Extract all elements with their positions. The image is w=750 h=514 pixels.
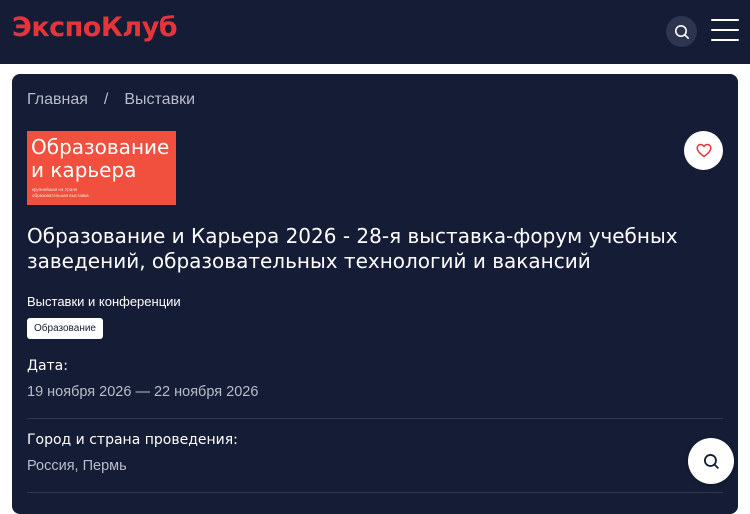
breadcrumb: Главная / Выставки bbox=[27, 91, 195, 109]
divider bbox=[27, 492, 723, 493]
location-value: Россия, Пермь bbox=[27, 458, 127, 474]
date-value: 19 ноября 2026 — 22 ноября 2026 bbox=[27, 384, 259, 400]
breadcrumb-separator: / bbox=[103, 91, 109, 108]
event-title: Образование и Карьера 2026 - 28-я выстав… bbox=[27, 224, 678, 273]
site-logo[interactable]: ЭкспоКлуб bbox=[12, 12, 178, 43]
divider bbox=[27, 418, 723, 419]
event-logo-title: Образование и карьера bbox=[31, 135, 170, 182]
search-icon bbox=[674, 24, 689, 39]
location-label: Город и страна проведения: bbox=[27, 432, 238, 448]
hamburger-menu-icon-line bbox=[711, 29, 739, 31]
event-category[interactable]: Выставки и конференции bbox=[27, 294, 181, 309]
event-logo-subtitle: крупнейшая на Урале образовательная выст… bbox=[32, 187, 89, 198]
hamburger-menu-button[interactable] bbox=[711, 19, 739, 41]
date-label: Дата: bbox=[27, 358, 68, 374]
event-logo-image: Образование и карьера крупнейшая на Урал… bbox=[27, 131, 176, 205]
breadcrumb-home-link[interactable]: Главная bbox=[27, 91, 88, 109]
hamburger-menu-icon-line bbox=[711, 39, 739, 41]
top-navigation-bar: ЭкспоКлуб bbox=[0, 0, 750, 64]
add-to-favorites-button[interactable] bbox=[684, 131, 723, 170]
breadcrumb-exhibitions-link[interactable]: Выставки bbox=[124, 91, 195, 109]
event-tag[interactable]: Образование bbox=[27, 318, 103, 339]
floating-search-button[interactable] bbox=[688, 438, 734, 484]
search-icon bbox=[703, 453, 719, 469]
heart-icon bbox=[695, 143, 712, 158]
header-search-button[interactable] bbox=[666, 16, 697, 47]
hamburger-menu-icon-line bbox=[711, 19, 739, 21]
event-card: Главная / Выставки Образование и карьера… bbox=[12, 74, 738, 514]
